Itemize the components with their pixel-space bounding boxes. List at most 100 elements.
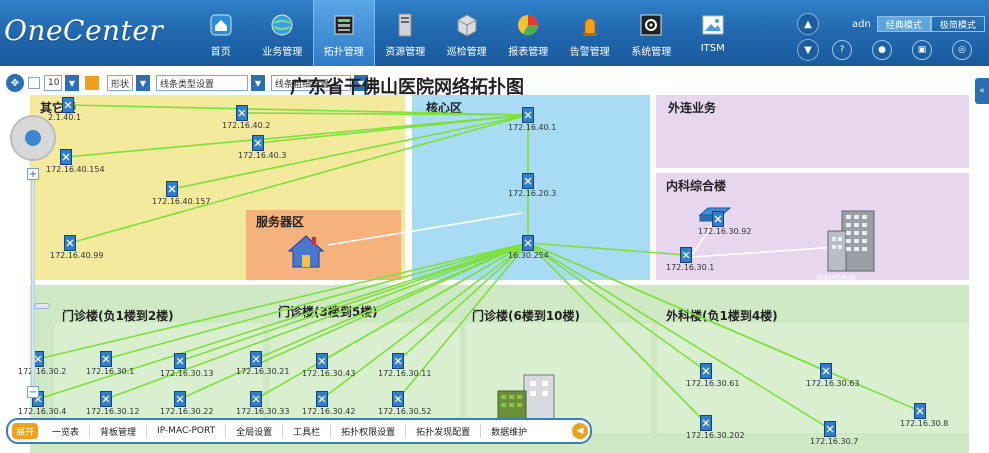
switch-icon[interactable]	[100, 391, 112, 407]
switch-icon[interactable]	[316, 391, 328, 407]
nav-scroll-down-button[interactable]: ▼	[797, 39, 819, 61]
chevron-up-icon: ▲	[804, 18, 812, 30]
node-label-c3: 16.30.254	[508, 251, 549, 260]
alarm-icon	[577, 12, 603, 38]
switch-icon[interactable]	[712, 211, 724, 227]
white-link-1[interactable]	[691, 246, 839, 258]
expand-tag[interactable]: 展开	[12, 423, 39, 439]
toolbar-button[interactable]: 工具栏	[283, 424, 332, 438]
switch-icon[interactable]	[824, 421, 836, 437]
server-house-icon[interactable]	[286, 233, 326, 269]
topology-app: OneCenter 首页 业务管理 拓扑管理 资源管理 巡检管理 报表管理 告警…	[0, 0, 989, 453]
switch-icon[interactable]	[236, 105, 248, 121]
switch-icon[interactable]	[914, 403, 926, 419]
topology-permission-button[interactable]: 拓扑权限设置	[331, 424, 407, 438]
node-label-s2: 172.16.30.63	[806, 379, 860, 388]
move-icon[interactable]: ✥	[6, 74, 24, 92]
nav-report[interactable]: 报表管理	[498, 0, 560, 66]
white-link-0[interactable]	[327, 212, 523, 246]
topology-icon	[331, 12, 357, 38]
nav-topology-label: 拓扑管理	[323, 47, 364, 58]
node-label-o6: 172.16.30.11	[378, 369, 432, 378]
node-label-o10: 172.16.30.33	[236, 407, 290, 416]
switch-icon[interactable]	[174, 391, 186, 407]
data-maintenance-button[interactable]: 数据维护	[481, 424, 537, 438]
username: adn	[852, 18, 871, 30]
switch-icon[interactable]	[522, 107, 534, 123]
line-type-dropdown[interactable]: ▼	[251, 75, 265, 91]
switch-icon[interactable]	[100, 351, 112, 367]
bottom-toolbar: 展开 一览表 背板管理 IP-MAC-PORT 全局设置 工具栏 拓扑权限设置 …	[6, 418, 592, 444]
classic-mode-button[interactable]: 经典模式	[876, 16, 931, 32]
grid-toggle-icon[interactable]	[28, 77, 40, 89]
nav-report-label: 报表管理	[508, 47, 549, 58]
zoom-level-dropdown[interactable]: ▼	[65, 75, 79, 91]
switch-icon[interactable]	[700, 415, 712, 431]
help-icon[interactable]: ?	[832, 40, 852, 60]
switch-icon[interactable]	[392, 353, 404, 369]
node-label-s1: 172.16.30.61	[686, 379, 740, 388]
location-pin-icon[interactable]	[25, 130, 41, 146]
switch-icon[interactable]	[174, 353, 186, 369]
nav-itsm-label: ITSM	[700, 43, 725, 54]
nav-scroll-up-button[interactable]: ▲	[797, 13, 819, 35]
switch-icon[interactable]	[252, 135, 264, 151]
nav-alarm-label: 告警管理	[569, 47, 610, 58]
switch-icon[interactable]	[60, 149, 72, 165]
switch-icon[interactable]	[250, 351, 262, 367]
nav-inspection[interactable]: 巡检管理	[436, 0, 498, 66]
simple-mode-button[interactable]: 极简模式	[930, 16, 985, 32]
shape-select[interactable]: 形状	[107, 75, 133, 91]
switch-icon[interactable]	[522, 235, 534, 251]
nav-business-label: 业务管理	[262, 47, 303, 58]
backplane-button[interactable]: 背板管理	[90, 424, 148, 438]
switch-icon[interactable]	[316, 353, 328, 369]
ip-mac-port-button[interactable]: IP-MAC-PORT	[147, 424, 227, 438]
user-icon[interactable]: ●	[872, 40, 892, 60]
chart-icon[interactable]	[85, 76, 99, 90]
nav-business[interactable]: 业务管理	[252, 0, 314, 66]
node-label-o9: 172.16.30.22	[160, 407, 214, 416]
switch-icon[interactable]	[62, 97, 74, 113]
line-type-select[interactable]: 线条类型设置	[156, 75, 248, 91]
settings-icon[interactable]: ◎	[952, 40, 972, 60]
edge-c3-o1[interactable]	[37, 242, 529, 360]
switch-icon[interactable]	[64, 235, 76, 251]
switch-icon[interactable]	[392, 391, 404, 407]
zoom-slider[interactable]	[31, 170, 35, 390]
nav-itsm[interactable]: ITSM	[682, 0, 744, 66]
switch-icon[interactable]	[522, 173, 534, 189]
lock-icon[interactable]: ▣	[912, 40, 932, 60]
collapse-icon[interactable]: ◀	[572, 423, 588, 439]
shape-dropdown[interactable]: ▼	[136, 75, 150, 91]
nav-resource[interactable]: 资源管理	[375, 0, 437, 66]
node-label-o11: 172.16.30.42	[302, 407, 356, 416]
switch-icon[interactable]	[700, 363, 712, 379]
switch-icon[interactable]	[166, 181, 178, 197]
map-navigator[interactable]	[10, 115, 56, 161]
zoom-in-button[interactable]: +	[27, 168, 39, 180]
nav-home[interactable]: 首页	[190, 0, 252, 66]
switch-icon[interactable]	[250, 391, 262, 407]
outpatient-building-icon[interactable]	[496, 373, 558, 423]
building-icon[interactable]	[826, 209, 886, 273]
nav-scroll-buttons: ▲ ▼	[797, 13, 819, 65]
global-settings-button[interactable]: 全局设置	[226, 424, 284, 438]
switch-icon[interactable]	[680, 247, 692, 263]
switch-icon[interactable]	[820, 363, 832, 379]
zoom-out-button[interactable]: −	[27, 386, 39, 398]
zoom-slider-handle[interactable]	[34, 303, 50, 309]
overview-button[interactable]: 一览表	[42, 424, 91, 438]
edge-c1-n4[interactable]	[65, 114, 529, 158]
nav-topology[interactable]: 拓扑管理	[313, 0, 375, 66]
zoom-level-input[interactable]: 10	[44, 75, 62, 91]
top-header: OneCenter 首页 业务管理 拓扑管理 资源管理 巡检管理 报表管理 告警…	[0, 0, 989, 66]
topology-discovery-button[interactable]: 拓扑发现配置	[406, 424, 482, 438]
nav-system[interactable]: 系统管理	[621, 0, 683, 66]
nav-alarm[interactable]: 告警管理	[559, 0, 621, 66]
node-label-o12: 172.16.30.52	[378, 407, 432, 416]
main-nav: 首页 业务管理 拓扑管理 资源管理 巡检管理 报表管理 告警管理 系统管理 IT…	[190, 0, 744, 66]
topology-map: 其它楼 核心区 外连业务 内科综合楼 服务器区 门诊楼(负1楼到2楼) 门诊楼(…	[0, 95, 989, 453]
node-label-n6: 172.16.40.99	[50, 251, 104, 260]
node-label-c1: 172.16.40.1	[508, 123, 557, 132]
